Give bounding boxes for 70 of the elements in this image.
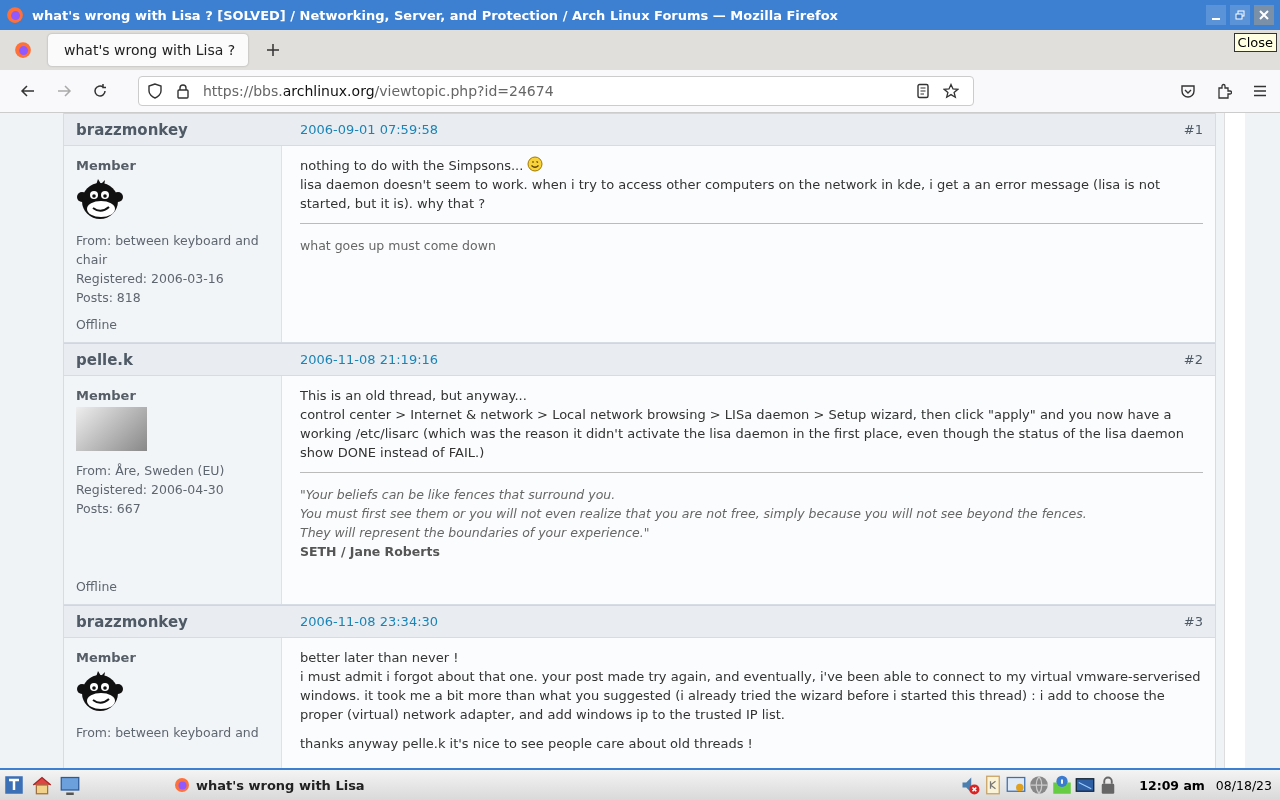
user-status: Offline — [76, 316, 118, 334]
post-number[interactable]: #3 — [1183, 614, 1203, 629]
user-info-text: From: between keyboard and chair — [76, 232, 260, 269]
close-button[interactable] — [1254, 5, 1274, 25]
user-rank: Member — [76, 387, 137, 405]
signature-quote: You must first see them or you will not even realize that you are not free, simply because you will not see beyond the fences. — [300, 505, 1088, 523]
post-text: control center > Internet & network > Local network browsing > LISa daemon > Setup wizard, then click "apply" and you now have a working /etc/lisarc (which was the reason it didn't activate the lisa daemon in the first place, even though the status of the lisa daemon show DONE instead of FAIL.) — [300, 406, 1185, 462]
address-bar[interactable]: https://bbs.archlinux.org/viewtopic.php?id=24674 — [138, 76, 974, 106]
post-text: This is an old thread, but anyway... — [300, 387, 528, 405]
firefox-icon[interactable] — [14, 41, 32, 59]
minimize-icon — [1212, 18, 1220, 20]
post-time-link[interactable]: 2006-11-08 23:34:30 — [300, 614, 439, 629]
home-icon[interactable] — [32, 775, 52, 795]
monitor-icon[interactable] — [1075, 775, 1096, 795]
volume-muted-icon[interactable] — [960, 775, 981, 795]
post-author[interactable]: pelle.k — [76, 350, 300, 369]
user-status: Offline — [76, 578, 118, 596]
post-text: nothing to do with the Simpsons... — [300, 156, 1203, 175]
signature-author: SETH / Jane Roberts — [300, 543, 441, 561]
reader-view-icon[interactable] — [915, 83, 931, 99]
scrollbar[interactable] — [1224, 113, 1245, 768]
user-rank: Member — [76, 649, 137, 667]
user-info-text: Registered: 2006-03-16 — [76, 270, 225, 288]
post-number[interactable]: #2 — [1183, 352, 1203, 367]
post-time-link[interactable]: 2006-11-08 21:19:16 — [300, 352, 439, 367]
puzzle-icon[interactable] — [1216, 83, 1232, 99]
new-tab-icon[interactable] — [266, 43, 280, 57]
post-text: lisa daemon doesn't seem to work. when i try to access other computers on the network in kde, i get a an error message (lisa is not started, but it is). why that ? — [300, 176, 1162, 213]
maximize-button[interactable] — [1230, 5, 1250, 25]
reload-icon[interactable] — [92, 83, 108, 99]
minimize-button[interactable] — [1206, 5, 1226, 25]
user-info-text: From: between keyboard and — [76, 724, 260, 742]
url-text: https://bbs.archlinux.org/viewtopic.php?id=24674 — [203, 83, 554, 99]
window-user-icon[interactable] — [1006, 775, 1027, 795]
info-icon[interactable] — [1052, 775, 1073, 795]
user-rank: Member — [76, 157, 137, 175]
tooltip: Close — [1233, 33, 1277, 52]
firefox-icon — [6, 6, 24, 24]
menu-icon[interactable] — [1252, 83, 1268, 99]
window-title: what's wrong with Lisa ? [SOLVED] / Networking, Server, and Protection / Arch Linux Forums — Mozilla Firefox — [32, 7, 839, 23]
clock-time[interactable]: 12:09 am — [1139, 777, 1205, 793]
restore-icon — [1235, 10, 1245, 20]
user-info-text: From: Åre, Sweden (EU) — [76, 462, 226, 480]
post-author[interactable]: brazzmonkey — [76, 612, 300, 631]
post-time-link[interactable]: 2006-09-01 07:59:58 — [300, 122, 439, 137]
start-menu-icon[interactable] — [4, 775, 24, 795]
firefox-icon — [174, 777, 190, 793]
smiley-icon — [527, 156, 544, 172]
pocket-icon[interactable] — [1180, 83, 1196, 99]
post-text: better later than never ! — [300, 649, 460, 667]
signature-quote: They will represent the boundaries of your experience." — [300, 524, 651, 542]
lock-icon[interactable] — [175, 83, 191, 99]
clock-date[interactable]: 08/18/23 — [1215, 777, 1272, 793]
post-text: thanks anyway pelle.k it's nice to see people care about old threads ! — [300, 735, 754, 753]
star-icon[interactable] — [943, 83, 959, 99]
user-info-text: Registered: 2006-04-30 — [76, 481, 225, 499]
browser-tab[interactable]: what's wrong with Lisa ? — [48, 34, 248, 66]
taskbar-window-button[interactable]: what's wrong with Lisa — [168, 776, 371, 794]
globe-icon[interactable] — [1029, 775, 1050, 795]
signature-text: what goes up must come down — [300, 237, 497, 255]
shield-icon[interactable] — [147, 83, 163, 99]
close-icon — [1259, 10, 1269, 20]
back-icon[interactable] — [20, 83, 36, 99]
post-number[interactable]: #1 — [1183, 122, 1203, 137]
post-author[interactable]: brazzmonkey — [76, 120, 300, 139]
user-info-text: Posts: 818 — [76, 289, 142, 307]
desktop-icon[interactable] — [60, 775, 80, 795]
post-text: i must admit i forgot about that one. your post made try again, and eventually, i've been able to connect to my virtual vmware-serverised windows. it took me a bit more than what you suggested (i already tried the wizard before i started this thread) : i add to choose the proper (virtual) network adapter, and add windows ip to the trusted IP list. — [300, 668, 1202, 724]
signature-quote: "Your beliefs can be like fences that surround you. — [300, 486, 617, 504]
user-info-text: Posts: 667 — [76, 500, 142, 518]
